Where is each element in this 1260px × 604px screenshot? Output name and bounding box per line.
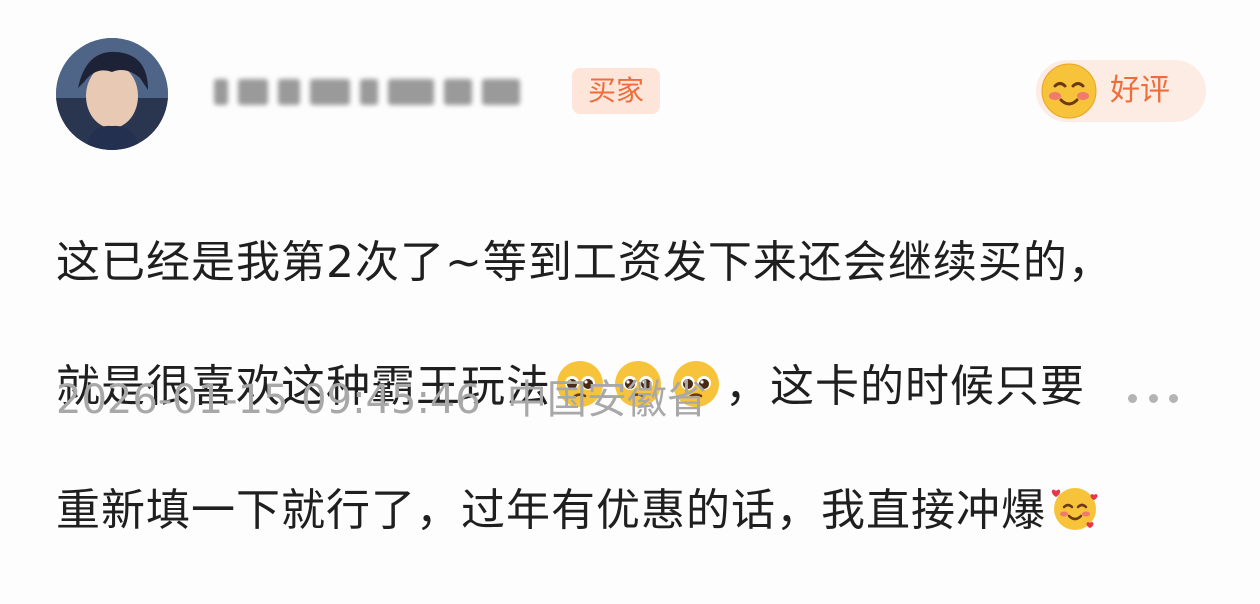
blushing-smile-icon [1041,63,1097,119]
more-dot [1148,393,1158,403]
smiling-face-with-hearts-icon [1051,488,1098,530]
review-text-line-3: 重新填一下就行了，过年有优惠的话，我直接冲爆 [56,480,1216,542]
review-text-segment: ，这卡的时候只要 [725,361,1085,412]
review-location: 中国安徽省 [506,377,707,423]
review-text-line-1: 这已经是我第2次了~等到工资发下来还会继续买的， [56,237,1113,288]
more-dots-icon[interactable] [1128,386,1178,410]
avatar[interactable] [56,38,168,150]
rating-label: 好评 [1110,73,1170,108]
review-meta: 2026-01-15 09:45:46 中国安徽省 [56,374,707,426]
review-timestamp: 2026-01-15 09:45:46 [56,377,481,423]
review-card: 买家 好评 这已经是我第2次了~等到工资发下来还会继续买的， 就是很喜欢这种霸王… [0,0,1260,536]
buyer-badge: 买家 [572,68,660,114]
rating-badge: 好评 [1036,60,1206,122]
more-dot [1128,393,1137,403]
review-text-segment: 重新填一下就行了，过年有优惠的话，我直接冲爆 [56,485,1046,536]
more-dot [1169,393,1178,403]
avatar-image [56,38,168,150]
username-blurred [214,70,554,114]
